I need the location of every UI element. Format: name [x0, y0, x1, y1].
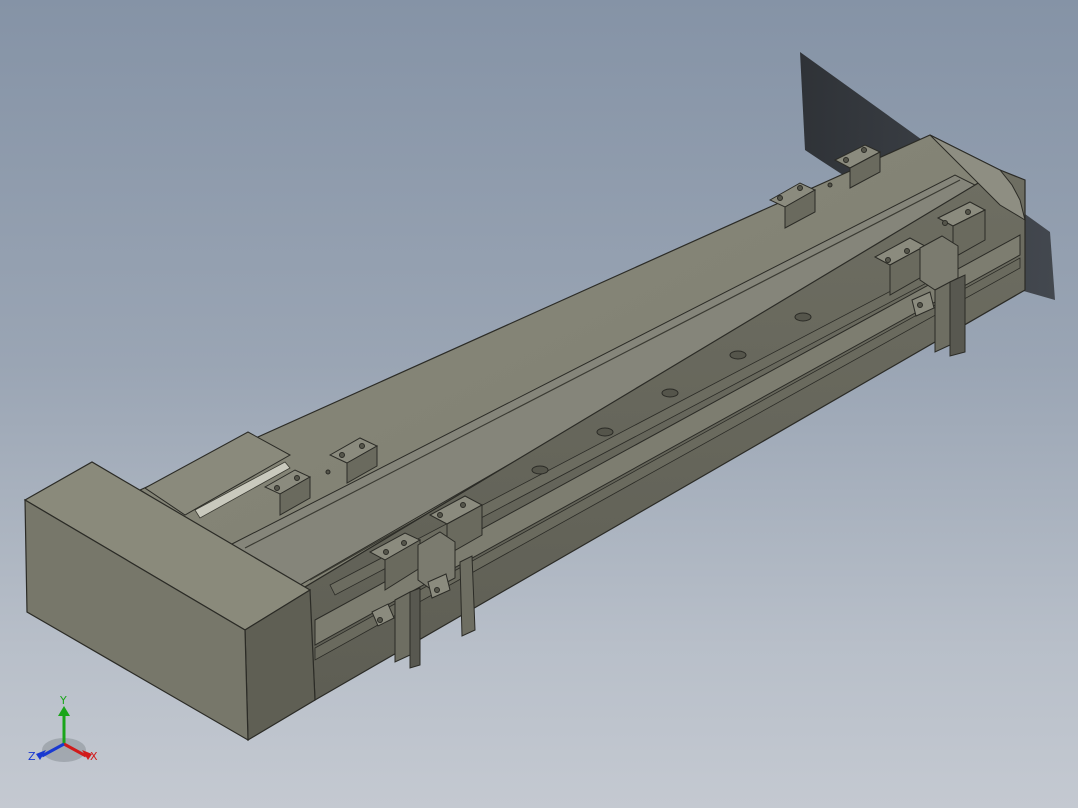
cad-viewport[interactable]: Y X Z — [0, 0, 1078, 808]
y-axis-label: Y — [59, 694, 67, 707]
linear-module-model[interactable] — [0, 0, 1078, 808]
mounting-hole — [794, 312, 812, 322]
mounting-hole — [661, 388, 679, 398]
y-axis-arrow-icon — [58, 706, 70, 716]
mounting-hole — [729, 350, 747, 360]
x-axis-label: X — [90, 750, 98, 763]
mounting-hole — [596, 427, 614, 437]
mounting-hole — [531, 465, 549, 475]
orientation-triad[interactable]: Y X Z — [22, 692, 112, 772]
z-axis-label: Z — [28, 750, 36, 763]
